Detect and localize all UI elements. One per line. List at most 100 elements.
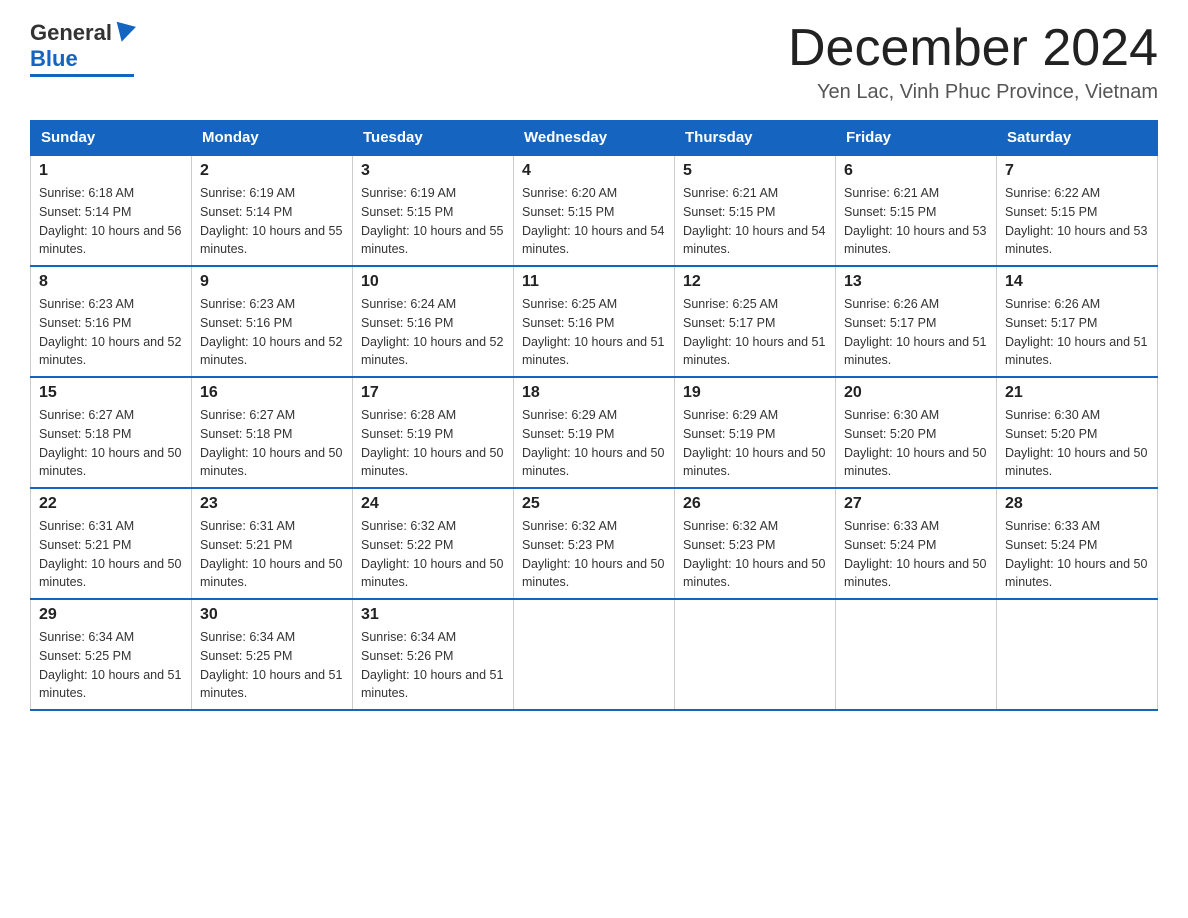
logo: General Blue (30, 20, 134, 77)
day-number: 16 (200, 384, 344, 402)
day-info: Sunrise: 6:23 AMSunset: 5:16 PMDaylight:… (39, 295, 183, 370)
col-header-tuesday: Tuesday (353, 121, 514, 156)
day-number: 20 (844, 384, 988, 402)
calendar-cell: 9Sunrise: 6:23 AMSunset: 5:16 PMDaylight… (192, 266, 353, 377)
day-info: Sunrise: 6:21 AMSunset: 5:15 PMDaylight:… (683, 184, 827, 259)
day-info: Sunrise: 6:30 AMSunset: 5:20 PMDaylight:… (844, 406, 988, 481)
logo-triangle-icon (112, 22, 136, 45)
day-info: Sunrise: 6:24 AMSunset: 5:16 PMDaylight:… (361, 295, 505, 370)
calendar-cell: 12 Sunrise: 6:25 AMSunset: 5:17 PMDayligh… (675, 266, 836, 377)
day-info: Sunrise: 6:19 AMSunset: 5:14 PMDaylight:… (200, 184, 344, 259)
day-number: 3 (361, 162, 505, 180)
calendar-cell: 21 Sunrise: 6:30 AMSunset: 5:20 PMDayligh… (997, 377, 1158, 488)
day-info: Sunrise: 6:21 AMSunset: 5:15 PMDaylight:… (844, 184, 988, 259)
calendar-cell: 8 Sunrise: 6:23 AMSunset: 5:16 PMDaylight… (31, 266, 192, 377)
day-info: Sunrise: 6:27 AMSunset: 5:18 PMDaylight:… (200, 406, 344, 481)
day-number: 14 (1005, 273, 1149, 291)
calendar-cell: 10 Sunrise: 6:24 AMSunset: 5:16 PMDayligh… (353, 266, 514, 377)
col-header-monday: Monday (192, 121, 353, 156)
calendar-cell: 5 Sunrise: 6:21 AMSunset: 5:15 PMDaylight… (675, 155, 836, 266)
calendar-cell: 23Sunrise: 6:31 AMSunset: 5:21 PMDayligh… (192, 488, 353, 599)
day-number: 19 (683, 384, 827, 402)
calendar-cell: 18 Sunrise: 6:29 AMSunset: 5:19 PMDayligh… (514, 377, 675, 488)
day-number: 6 (844, 162, 988, 180)
calendar-cell: 20 Sunrise: 6:30 AMSunset: 5:20 PMDayligh… (836, 377, 997, 488)
day-info: Sunrise: 6:32 AMSunset: 5:23 PMDaylight:… (522, 517, 666, 592)
day-info: Sunrise: 6:25 AMSunset: 5:16 PMDaylight:… (522, 295, 666, 370)
calendar-cell: 26 Sunrise: 6:32 AMSunset: 5:23 PMDayligh… (675, 488, 836, 599)
calendar-cell (836, 599, 997, 710)
day-number: 1 (39, 162, 183, 180)
logo-blue-text: Blue (30, 46, 78, 72)
day-info: Sunrise: 6:28 AMSunset: 5:19 PMDaylight:… (361, 406, 505, 481)
day-number: 26 (683, 495, 827, 513)
day-info: Sunrise: 6:19 AMSunset: 5:15 PMDaylight:… (361, 184, 505, 259)
logo-underline (30, 74, 134, 77)
day-info: Sunrise: 6:29 AMSunset: 5:19 PMDaylight:… (683, 406, 827, 481)
calendar-cell: 15 Sunrise: 6:27 AMSunset: 5:18 PMDayligh… (31, 377, 192, 488)
calendar-week-row: 15 Sunrise: 6:27 AMSunset: 5:18 PMDayligh… (31, 377, 1158, 488)
day-info: Sunrise: 6:34 AMSunset: 5:26 PMDaylight:… (361, 628, 505, 703)
day-info: Sunrise: 6:20 AMSunset: 5:15 PMDaylight:… (522, 184, 666, 259)
calendar-cell: 2Sunrise: 6:19 AMSunset: 5:14 PMDaylight… (192, 155, 353, 266)
calendar-cell: 4 Sunrise: 6:20 AMSunset: 5:15 PMDaylight… (514, 155, 675, 266)
col-header-friday: Friday (836, 121, 997, 156)
calendar-week-row: 1Sunrise: 6:18 AMSunset: 5:14 PMDaylight… (31, 155, 1158, 266)
calendar-cell (514, 599, 675, 710)
calendar-cell: 30Sunrise: 6:34 AMSunset: 5:25 PMDayligh… (192, 599, 353, 710)
day-number: 12 (683, 273, 827, 291)
day-number: 30 (200, 606, 344, 624)
page-header: General Blue December 2024 Yen Lac, Vinh… (30, 20, 1158, 104)
calendar-cell: 6 Sunrise: 6:21 AMSunset: 5:15 PMDaylight… (836, 155, 997, 266)
day-info: Sunrise: 6:25 AMSunset: 5:17 PMDaylight:… (683, 295, 827, 370)
day-number: 4 (522, 162, 666, 180)
calendar-cell: 7Sunrise: 6:22 AMSunset: 5:15 PMDaylight… (997, 155, 1158, 266)
day-info: Sunrise: 6:30 AMSunset: 5:20 PMDaylight:… (1005, 406, 1149, 481)
day-number: 8 (39, 273, 183, 291)
day-number: 22 (39, 495, 183, 513)
calendar-cell: 13Sunrise: 6:26 AMSunset: 5:17 PMDayligh… (836, 266, 997, 377)
calendar-table: SundayMondayTuesdayWednesdayThursdayFrid… (30, 120, 1158, 711)
day-info: Sunrise: 6:33 AMSunset: 5:24 PMDaylight:… (1005, 517, 1149, 592)
calendar-cell: 14 Sunrise: 6:26 AMSunset: 5:17 PMDayligh… (997, 266, 1158, 377)
day-info: Sunrise: 6:32 AMSunset: 5:23 PMDaylight:… (683, 517, 827, 592)
col-header-wednesday: Wednesday (514, 121, 675, 156)
day-info: Sunrise: 6:26 AMSunset: 5:17 PMDaylight:… (844, 295, 988, 370)
calendar-cell: 31 Sunrise: 6:34 AMSunset: 5:26 PMDayligh… (353, 599, 514, 710)
calendar-cell: 22Sunrise: 6:31 AMSunset: 5:21 PMDayligh… (31, 488, 192, 599)
day-number: 7 (1005, 162, 1149, 180)
calendar-week-row: 22Sunrise: 6:31 AMSunset: 5:21 PMDayligh… (31, 488, 1158, 599)
day-number: 25 (522, 495, 666, 513)
day-number: 15 (39, 384, 183, 402)
calendar-cell: 29Sunrise: 6:34 AMSunset: 5:25 PMDayligh… (31, 599, 192, 710)
calendar-cell: 27 Sunrise: 6:33 AMSunset: 5:24 PMDayligh… (836, 488, 997, 599)
day-info: Sunrise: 6:29 AMSunset: 5:19 PMDaylight:… (522, 406, 666, 481)
calendar-cell (997, 599, 1158, 710)
day-number: 10 (361, 273, 505, 291)
col-header-sunday: Sunday (31, 121, 192, 156)
day-number: 27 (844, 495, 988, 513)
day-number: 24 (361, 495, 505, 513)
day-info: Sunrise: 6:23 AMSunset: 5:16 PMDaylight:… (200, 295, 344, 370)
day-number: 31 (361, 606, 505, 624)
calendar-cell: 25 Sunrise: 6:32 AMSunset: 5:23 PMDayligh… (514, 488, 675, 599)
calendar-cell (675, 599, 836, 710)
day-number: 29 (39, 606, 183, 624)
logo-general-text: General (30, 20, 112, 46)
location-subtitle: Yen Lac, Vinh Phuc Province, Vietnam (788, 81, 1158, 104)
col-header-saturday: Saturday (997, 121, 1158, 156)
day-info: Sunrise: 6:33 AMSunset: 5:24 PMDaylight:… (844, 517, 988, 592)
calendar-week-row: 29Sunrise: 6:34 AMSunset: 5:25 PMDayligh… (31, 599, 1158, 710)
calendar-cell: 11 Sunrise: 6:25 AMSunset: 5:16 PMDayligh… (514, 266, 675, 377)
day-number: 11 (522, 273, 666, 291)
day-info: Sunrise: 6:32 AMSunset: 5:22 PMDaylight:… (361, 517, 505, 592)
title-area: December 2024 Yen Lac, Vinh Phuc Provinc… (788, 20, 1158, 104)
logo-blue-part (112, 24, 134, 42)
calendar-cell: 3 Sunrise: 6:19 AMSunset: 5:15 PMDaylight… (353, 155, 514, 266)
day-number: 21 (1005, 384, 1149, 402)
calendar-week-row: 8 Sunrise: 6:23 AMSunset: 5:16 PMDaylight… (31, 266, 1158, 377)
day-info: Sunrise: 6:26 AMSunset: 5:17 PMDaylight:… (1005, 295, 1149, 370)
day-number: 18 (522, 384, 666, 402)
day-info: Sunrise: 6:27 AMSunset: 5:18 PMDaylight:… (39, 406, 183, 481)
day-number: 5 (683, 162, 827, 180)
